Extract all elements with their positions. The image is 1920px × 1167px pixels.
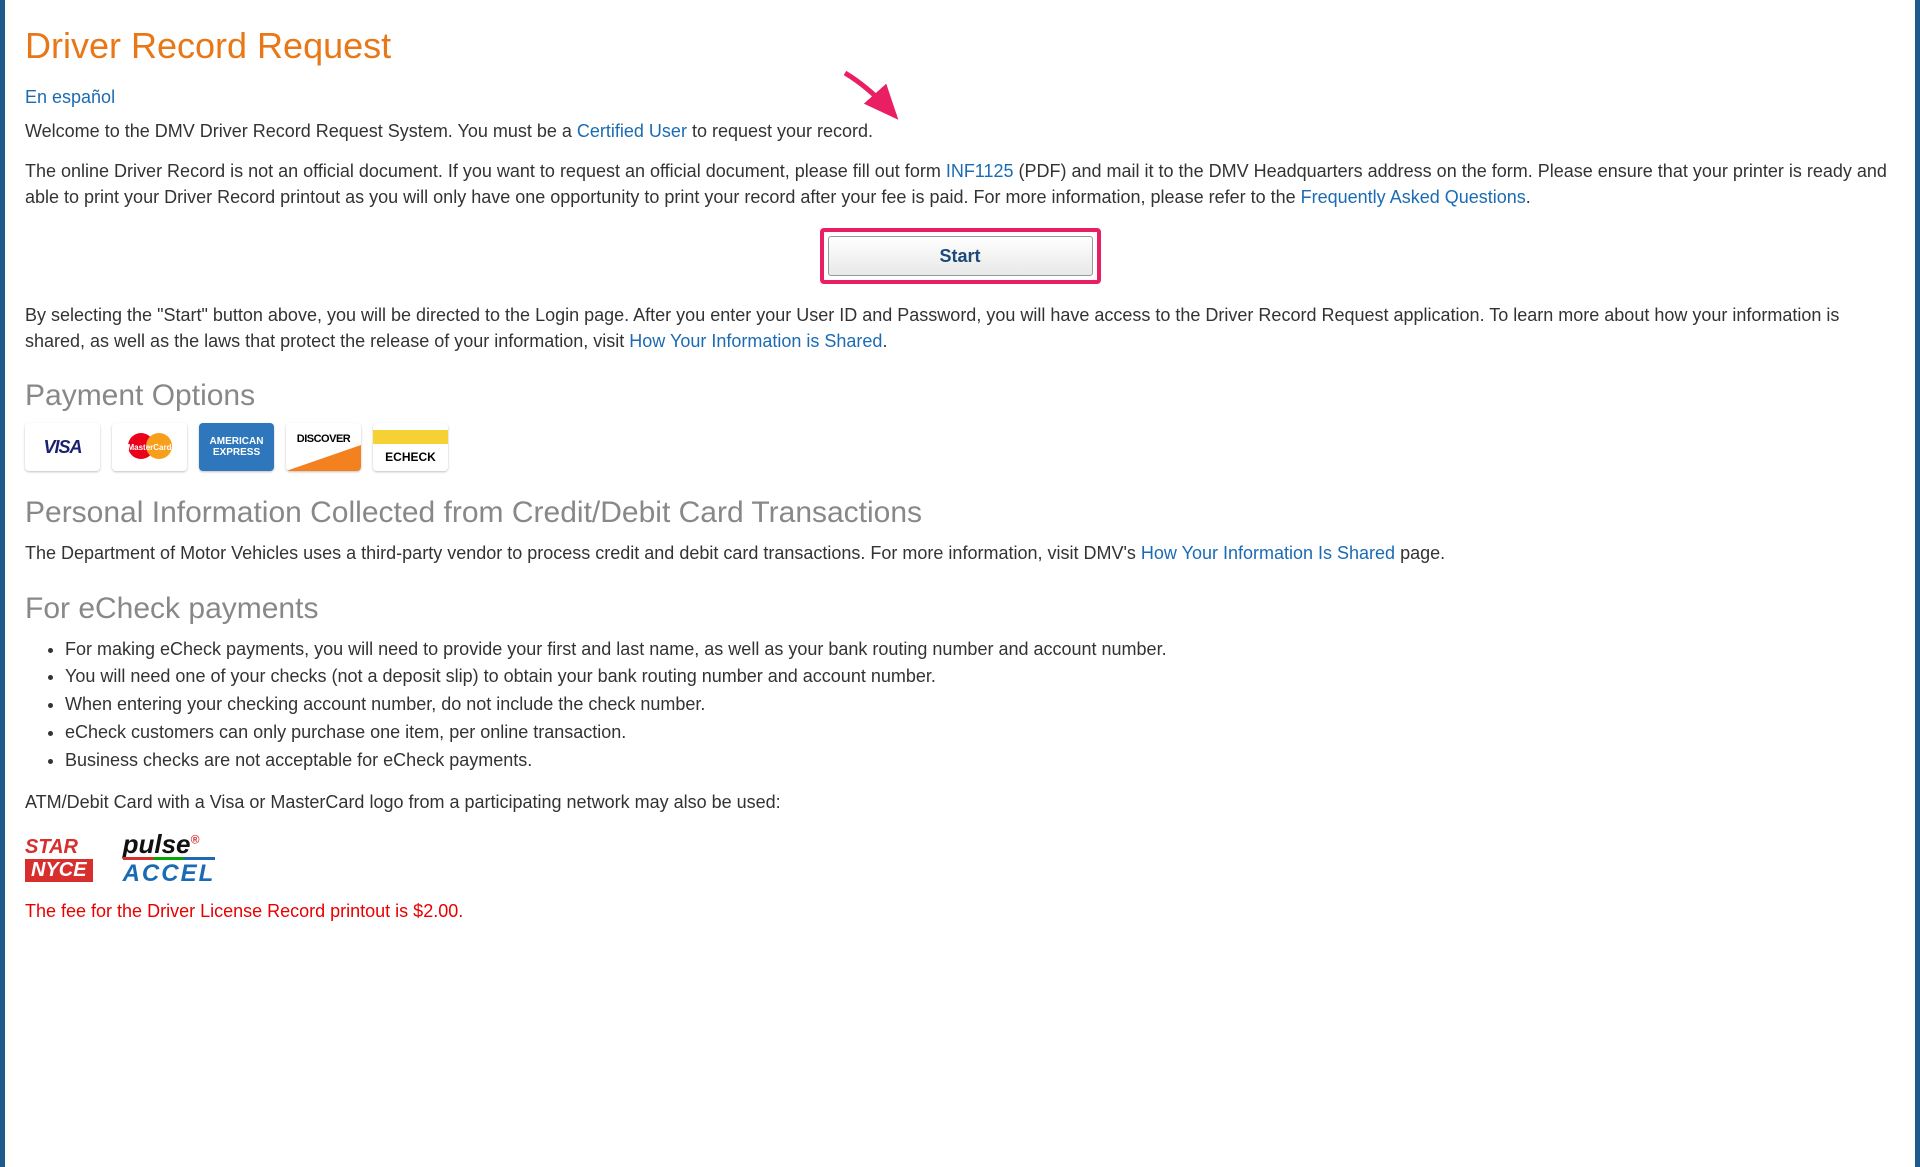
visa-icon: VISA xyxy=(25,423,100,471)
intro-text-pre: Welcome to the DMV Driver Record Request… xyxy=(25,121,577,141)
pulse-text: pulse xyxy=(123,829,191,859)
list-item: You will need one of your checks (not a … xyxy=(65,663,1895,691)
list-item: Business checks are not acceptable for e… xyxy=(65,747,1895,775)
pii-b: page. xyxy=(1395,543,1445,563)
pulse-accel-icon: pulse® ACCEL xyxy=(123,829,216,888)
discover-icon: DISCOVER xyxy=(286,423,361,471)
info-shared-link-2[interactable]: How Your Information Is Shared xyxy=(1141,543,1395,563)
payment-options-heading: Payment Options xyxy=(25,379,1895,413)
page-title: Driver Record Request xyxy=(25,25,1895,67)
echeck-heading: For eCheck payments xyxy=(25,592,1895,626)
mastercard-label: MasterCard xyxy=(127,443,171,452)
official-doc-paragraph: The online Driver Record is not an offic… xyxy=(25,158,1895,210)
certified-user-link[interactable]: Certified User xyxy=(577,121,687,141)
language-link[interactable]: En español xyxy=(25,87,115,108)
info-shared-link-1[interactable]: How Your Information is Shared xyxy=(629,331,882,351)
faq-link[interactable]: Frequently Asked Questions xyxy=(1301,187,1526,207)
p2a: The online Driver Record is not an offic… xyxy=(25,161,946,181)
star-nyce-icon: STAR NYCE xyxy=(25,836,93,882)
post-start-paragraph: By selecting the "Start" button above, y… xyxy=(25,302,1895,354)
start-button[interactable]: Start xyxy=(828,236,1093,276)
atm-note: ATM/Debit Card with a Visa or MasterCard… xyxy=(25,789,1895,815)
start-button-area: Start xyxy=(25,228,1895,284)
accel-label: ACCEL xyxy=(123,860,216,888)
echeck-list: For making eCheck payments, you will nee… xyxy=(25,636,1895,775)
p3a: By selecting the "Start" button above, y… xyxy=(25,305,1839,351)
star-label: STAR xyxy=(25,836,93,859)
pulse-label: pulse® xyxy=(123,829,216,860)
payment-card-row: VISA MasterCard AMERICAN EXPRESS DISCOVE… xyxy=(25,423,1895,471)
start-highlight-box: Start xyxy=(820,228,1101,284)
network-icons: STAR NYCE pulse® ACCEL xyxy=(25,829,1895,888)
intro-paragraph: Welcome to the DMV Driver Record Request… xyxy=(25,118,1895,144)
fee-notice: The fee for the Driver License Record pr… xyxy=(25,898,1895,924)
mastercard-icon: MasterCard xyxy=(112,423,187,471)
echeck-icon: ECHECK xyxy=(373,423,448,471)
pii-heading: Personal Information Collected from Cred… xyxy=(25,496,1895,530)
list-item: When entering your checking account numb… xyxy=(65,691,1895,719)
pii-paragraph: The Department of Motor Vehicles uses a … xyxy=(25,540,1895,566)
pii-a: The Department of Motor Vehicles uses a … xyxy=(25,543,1141,563)
p2c: . xyxy=(1526,187,1531,207)
echeck-label: ECHECK xyxy=(385,450,436,464)
amex-icon: AMERICAN EXPRESS xyxy=(199,423,274,471)
p3b: . xyxy=(882,331,887,351)
list-item: For making eCheck payments, you will nee… xyxy=(65,636,1895,664)
nyce-label: NYCE xyxy=(25,859,93,882)
list-item: eCheck customers can only purchase one i… xyxy=(65,719,1895,747)
inf1125-link[interactable]: INF1125 xyxy=(946,161,1014,181)
discover-label: DISCOVER xyxy=(297,433,350,445)
highlight-arrow-icon xyxy=(840,68,910,128)
